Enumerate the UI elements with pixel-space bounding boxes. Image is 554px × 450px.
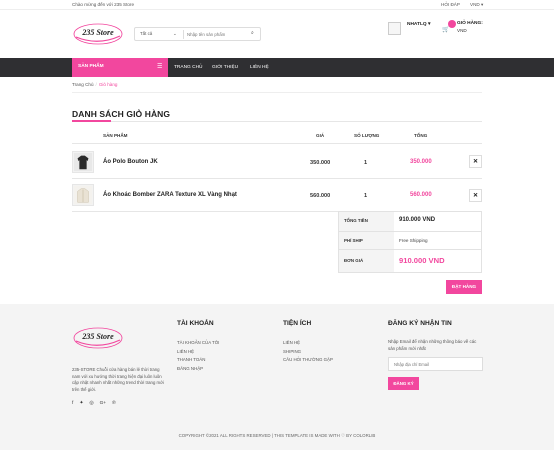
product-total: 560.000 [410,192,432,198]
logo-text: 235 Store [81,28,114,37]
cart-amount: VND [457,28,467,33]
divider [72,121,482,122]
footer-link-faq[interactable]: CÂU HỎI THƯỜNG GẶP [283,357,333,362]
google-plus-icon[interactable]: G+ [100,401,107,406]
summary-divider [338,231,482,232]
top-bar: Chào mừng đến với 235 Store HỎI ĐÁP VND … [0,0,554,10]
help-link[interactable]: HỎI ĐÁP [441,2,460,7]
title-underline [72,120,111,122]
footer-heading-utilities: TIỆN ÍCH [283,320,312,327]
welcome-text: Chào mừng đến với 235 Store [72,2,135,7]
product-image [73,185,93,205]
logo-text: 235 Store [81,332,114,341]
column-header-price: GIÁ [316,133,325,138]
social-links: f ✦ ◎ G+ ℗ [72,401,122,406]
breadcrumb-current: Giỏ hàng [98,82,118,87]
logo-image: 235 Store [73,23,123,45]
facebook-icon[interactable]: f [72,401,73,406]
total-value: 910.000 VND [399,256,445,265]
subscribe-button[interactable]: ĐĂNG KÝ [388,377,419,390]
search-category[interactable]: Tất cả [140,31,152,36]
nav-contact[interactable]: LIÊN HỆ [250,65,269,70]
remove-item-button[interactable]: ✕ [469,189,482,202]
currency-select[interactable]: VND ▾ [470,2,483,8]
store-logo[interactable]: 235 Store [72,22,124,46]
summary-divider [338,249,482,250]
cart-label[interactable]: GIỎ HÀNG: [457,21,483,26]
footer-link-contact[interactable]: LIÊN HỆ [283,340,300,345]
nav-about[interactable]: GIỚI THIỆU [212,65,238,70]
newsletter-description: Nhập Email để nhận những thông báo về cá… [388,339,477,351]
product-price: 350.000 [310,160,331,166]
footer-link-my-account[interactable]: TÀI KHOẢN CỦA TÔI [177,340,219,345]
pinterest-icon[interactable]: ℗ [112,401,116,406]
footer-description: 235-STORE Chuỗi cửa hàng bán lẻ thời tra… [72,367,164,392]
product-name[interactable]: Áo Khoác Bomber ZARA Texture XL Vàng Nhạ… [103,192,237,198]
instagram-icon[interactable]: ◎ [89,401,93,406]
product-quantity[interactable]: 1 [364,193,367,199]
logo-image: 235 Store [73,327,123,349]
search-bar: Tất cả ⌄ ⌕ [134,27,261,41]
footer-link-payment[interactable]: THANH TOÁN [177,357,205,362]
product-thumbnail[interactable] [72,184,94,206]
category-menu-label: SẢN PHẨM [78,64,104,69]
cart-icon[interactable]: 🛒 [442,26,449,33]
footer-heading-account: TÀI KHOẢN [177,320,214,327]
product-thumbnail[interactable] [72,151,94,173]
product-quantity[interactable]: 1 [364,160,367,166]
search-divider [183,30,184,39]
newsletter-email-input[interactable] [394,360,478,369]
subtotal-value: 910.000 VND [399,217,436,223]
divider [72,143,482,144]
close-icon: ✕ [472,159,479,165]
subtotal-label: TỔNG TIỀN [344,218,368,223]
twitter-icon[interactable]: ✦ [79,401,83,406]
chevron-down-icon[interactable]: ⌄ [173,31,177,37]
close-icon: ✕ [472,193,479,199]
newsletter-email-field [388,357,483,371]
product-price: 560.000 [310,193,331,199]
footer-link-login[interactable]: ĐĂNG NHẬP [177,366,203,371]
search-input[interactable] [187,30,245,39]
category-menu-button[interactable]: SẢN PHẨM ☰ [72,58,168,77]
shipping-value: Free Shipping [399,238,428,243]
divider [72,92,482,93]
product-image [73,152,93,172]
product-total: 350.000 [410,159,432,165]
search-icon[interactable]: ⌕ [251,30,254,36]
footer-link-contact[interactable]: LIÊN HỆ [177,349,194,354]
footer-heading-newsletter: ĐĂNG KÝ NHẬN TIN [388,320,452,327]
product-name[interactable]: Áo Polo Bouton JK [103,159,158,165]
menu-icon: ☰ [157,64,163,70]
column-header-quantity: SỐ LƯỢNG [354,133,380,138]
page-title: DANH SÁCH GIỎ HÀNG [72,109,171,119]
footer-link-shipping[interactable]: SHIPING [283,349,301,354]
remove-item-button[interactable]: ✕ [469,155,482,168]
checkout-button[interactable]: ĐẶT HÀNG [446,280,482,294]
column-header-product: SẢN PHẨM [103,133,128,138]
nav-home[interactable]: TRANG CHỦ [174,65,203,70]
cart-badge [448,20,456,28]
column-header-total: TỔNG [414,133,428,138]
breadcrumb: Trang Chủ / Giỏ hàng [72,82,117,87]
footer-logo[interactable]: 235 Store [72,326,124,350]
user-icon[interactable] [388,22,401,35]
table-row-divider [72,178,482,179]
user-menu[interactable]: NHATLQ ▾ [407,22,430,27]
copyright: COPYRIGHT ©2021 ALL RIGHTS RESERVED | TH… [178,433,376,438]
shipping-label: PHÍ SHIP [344,238,363,243]
breadcrumb-home[interactable]: Trang Chủ [72,82,94,87]
total-label: ĐƠN GIÁ [344,258,364,263]
